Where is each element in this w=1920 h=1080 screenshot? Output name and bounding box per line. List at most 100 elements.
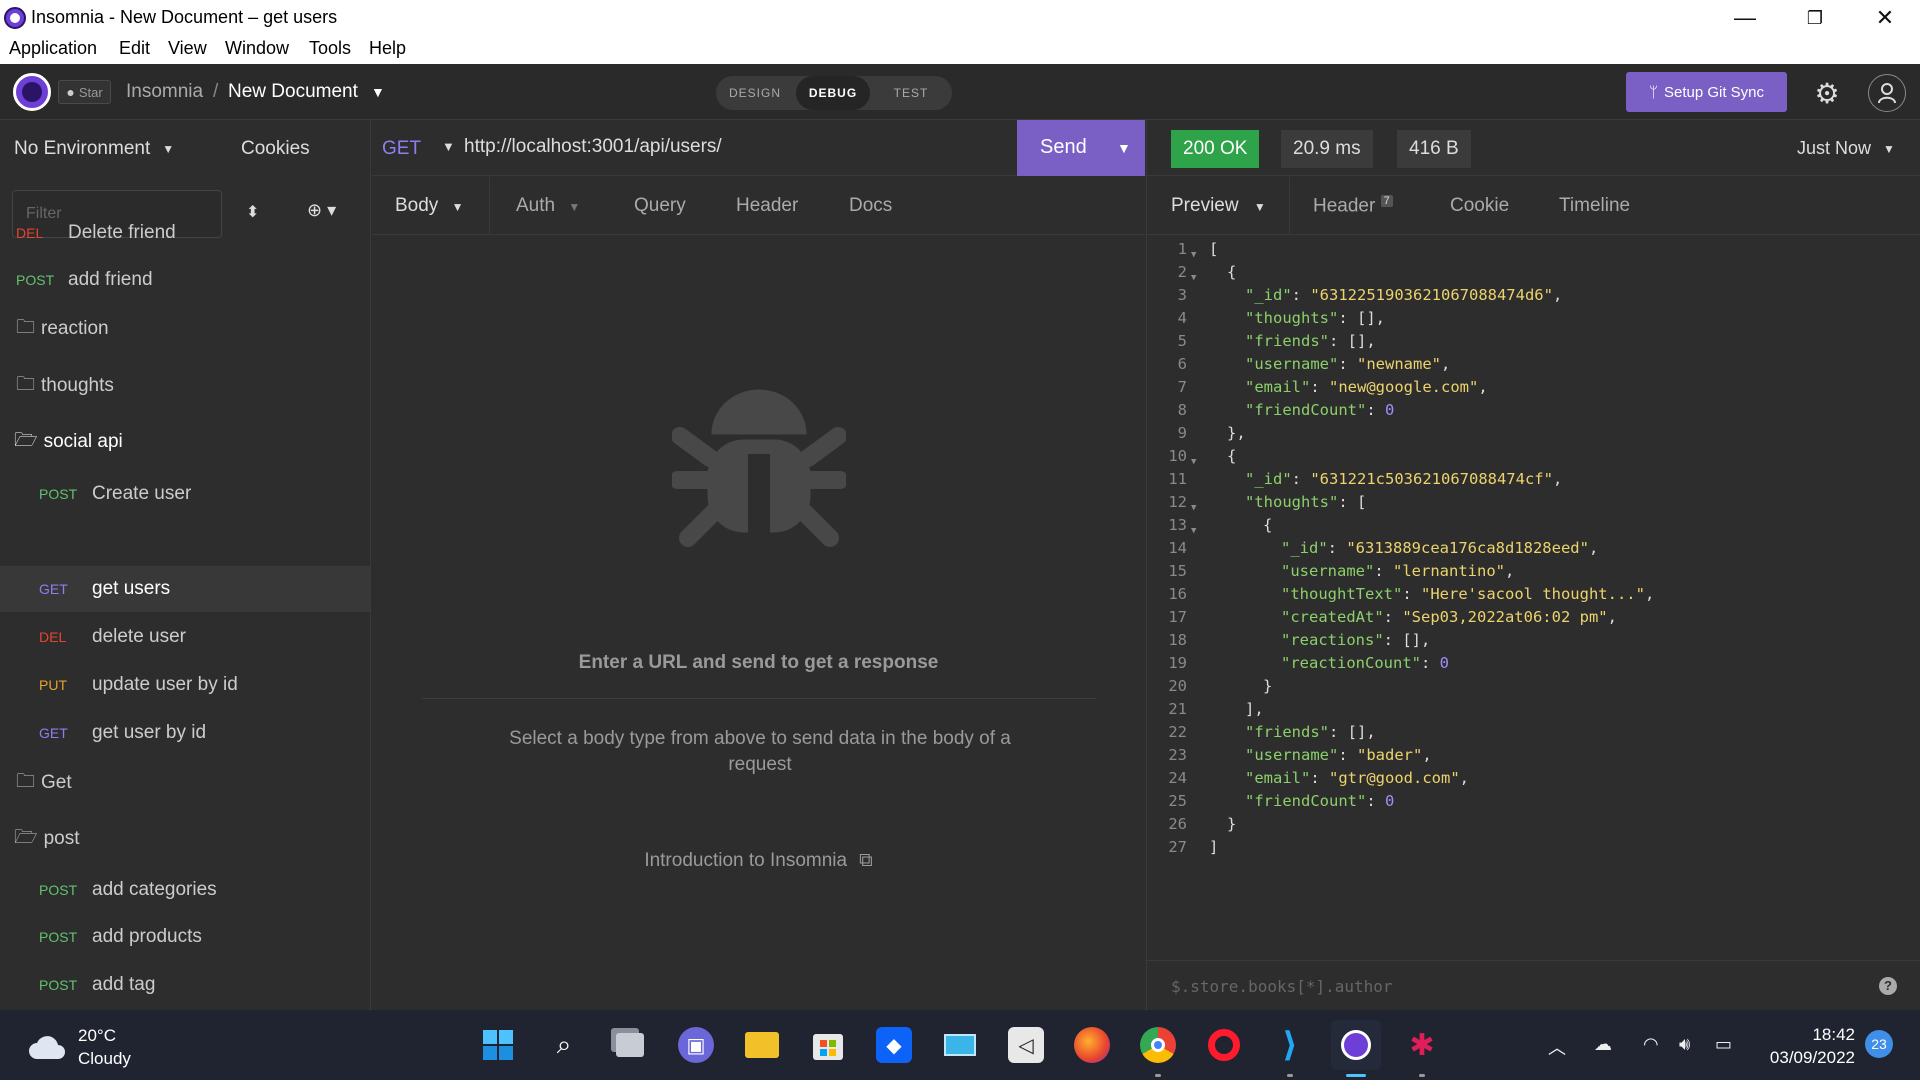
windows-start-icon[interactable] [480, 1027, 516, 1063]
file-explorer-icon[interactable] [744, 1027, 780, 1063]
sidebar-folder-post[interactable]: 🗁 post [0, 816, 370, 862]
tab-body[interactable]: Body ▼ [395, 195, 463, 217]
tab-timeline[interactable]: Timeline [1559, 195, 1630, 217]
folder-label: thoughts [41, 375, 114, 396]
menu-help[interactable]: Help [369, 38, 406, 59]
running-indicator [1287, 1074, 1293, 1077]
onedrive-icon[interactable]: ☁ [1594, 1034, 1612, 1055]
sidebar-item-get-users[interactable]: GET get users [0, 566, 370, 612]
teams-chat-icon[interactable]: ▣ [678, 1027, 714, 1063]
settings-gear-icon[interactable]: ⚙ [1808, 74, 1846, 112]
slack-icon[interactable]: ✱ [1404, 1027, 1440, 1063]
tab-header[interactable]: Header [736, 195, 798, 217]
send-button[interactable]: Send ▼ [1017, 120, 1145, 176]
menu-application[interactable]: Application [9, 38, 97, 59]
sidebar-folder-reaction[interactable]: 🗀 reaction [0, 306, 370, 352]
sidebar-folder-get[interactable]: 🗀 Get [0, 760, 370, 806]
sidebar-item-create-user[interactable]: POST Create user [0, 471, 370, 517]
sidebar-folder-thoughts[interactable]: 🗀 thoughts [0, 363, 370, 409]
tab-auth[interactable]: Auth ▼ [516, 195, 580, 217]
close-button[interactable]: ✕ [1850, 0, 1920, 36]
breadcrumb-separator: / [213, 81, 219, 102]
chevron-down-icon[interactable]: ▼ [1117, 140, 1131, 156]
remote-desktop-icon[interactable] [942, 1027, 978, 1063]
tab-response-header[interactable]: Header 7 [1313, 195, 1393, 217]
dropbox-icon[interactable]: ◆ [876, 1027, 912, 1063]
chevron-down-icon[interactable]: ▼ [442, 139, 455, 154]
battery-icon[interactable]: ▭ [1715, 1034, 1732, 1055]
help-icon[interactable]: ? [1879, 977, 1897, 995]
response-size-badge: 416 B [1397, 130, 1471, 168]
active-indicator [1346, 1074, 1366, 1077]
sidebar-item-add-friend[interactable]: POST add friend [0, 257, 370, 303]
account-icon[interactable] [1868, 74, 1906, 112]
method-badge: GET [39, 725, 68, 741]
tab-cookie[interactable]: Cookie [1450, 195, 1509, 217]
intro-to-insomnia-link[interactable]: Introduction to Insomnia ⧉ [372, 850, 1145, 872]
menu-view[interactable]: View [168, 38, 207, 59]
tab-docs[interactable]: Docs [849, 195, 892, 217]
chevron-down-icon[interactable]: ▼ [371, 84, 385, 100]
tab-label: Header [1313, 195, 1376, 217]
volume-icon[interactable]: 🔊︎ [1679, 1034, 1690, 1055]
task-view-icon[interactable] [612, 1027, 648, 1063]
vscode-icon[interactable]: ⟩ [1272, 1026, 1308, 1064]
response-history-dropdown[interactable]: Just Now ▼ [1797, 138, 1895, 159]
tab-design[interactable]: DESIGN [716, 76, 794, 110]
folder-label: reaction [41, 318, 109, 339]
chevron-down-icon: ▼ [568, 200, 581, 214]
menu-tools[interactable]: Tools [309, 38, 351, 59]
sidebar-item-add-products[interactable]: POST add products [0, 914, 370, 960]
unity-icon[interactable]: ◁ [1008, 1027, 1044, 1063]
system-clock[interactable]: 18:42 03/09/2022 [1763, 1023, 1855, 1069]
breadcrumb-document[interactable]: New Document [228, 81, 358, 103]
insomnia-logo[interactable] [13, 73, 51, 111]
request-pane: GET ▼ http://localhost:3001/api/users/ S… [372, 120, 1145, 1010]
search-icon[interactable]: ⌕ [546, 1027, 582, 1063]
cookies-button[interactable]: Cookies [241, 138, 310, 160]
sidebar-item-label: add products [92, 926, 202, 947]
response-filter-input[interactable]: $.store.books[*].author [1171, 977, 1393, 996]
sidebar-item-get-user-by-id[interactable]: GET get user by id [0, 710, 370, 756]
notification-badge[interactable]: 23 [1865, 1030, 1893, 1058]
microsoft-store-icon[interactable] [810, 1027, 846, 1063]
sidebar-item-label: add friend [68, 269, 153, 290]
chevron-up-icon[interactable]: ︿ [1548, 1034, 1566, 1060]
sidebar-item-label: add categories [92, 879, 217, 900]
weather-widget[interactable]: 20°C Cloudy [28, 1024, 131, 1070]
chevron-down-icon: ▼ [1883, 141, 1895, 156]
minimize-button[interactable]: — [1710, 0, 1780, 36]
setup-git-sync-button[interactable]: ᛘ Setup Git Sync [1626, 72, 1787, 112]
sidebar-folder-social-api[interactable]: 🗁 social api [0, 419, 370, 465]
environment-selector[interactable]: No Environment ▼ [14, 138, 174, 160]
tab-test[interactable]: TEST [872, 76, 950, 110]
sidebar-item-delete-user[interactable]: DEL delete user [0, 614, 370, 660]
menu-window[interactable]: Window [225, 38, 289, 59]
sidebar-item-add-tag[interactable]: POST add tag [0, 962, 370, 1008]
insomnia-taskbar-icon[interactable] [1331, 1020, 1381, 1070]
url-bar: GET ▼ http://localhost:3001/api/users/ S… [372, 120, 1145, 176]
tab-preview[interactable]: Preview ▼ [1171, 195, 1266, 217]
sidebar-item-label: get users [92, 578, 171, 599]
sidebar-item-label: update user by id [92, 674, 238, 695]
empty-state-hint: Select a body type from above to send da… [509, 728, 1011, 775]
tab-query[interactable]: Query [634, 195, 686, 217]
github-star-button[interactable]: ● Star [58, 80, 111, 104]
chrome-icon[interactable] [1140, 1027, 1176, 1063]
maximize-button[interactable]: ❐ [1780, 0, 1850, 36]
tab-debug[interactable]: DEBUG [796, 76, 870, 110]
opera-icon[interactable] [1206, 1027, 1242, 1063]
url-input[interactable]: http://localhost:3001/api/users/ [464, 136, 722, 158]
taskbar: 20°C Cloudy ⌕ ▣ ◆ ◁ ⟩ ✱ ︿ ☁ ◠ 🔊︎ ▭ 18:42… [0, 1010, 1920, 1080]
sidebar-item-label: get user by id [92, 722, 207, 743]
chevron-down-icon: ▼ [451, 200, 464, 214]
sidebar-item-update-user-by-id[interactable]: PUT update user by id [0, 662, 370, 708]
menu-edit[interactable]: Edit [119, 38, 150, 59]
breadcrumb-root[interactable]: Insomnia [126, 81, 203, 103]
sidebar-item-add-categories[interactable]: POST add categories [0, 867, 370, 913]
status-badge: 200 OK [1171, 130, 1260, 168]
method-selector[interactable]: GET [382, 138, 421, 160]
sidebar-item-delete-friend[interactable]: DEL Delete friend [0, 210, 370, 256]
firefox-icon[interactable] [1074, 1027, 1110, 1063]
wifi-icon[interactable]: ◠ [1643, 1034, 1659, 1055]
